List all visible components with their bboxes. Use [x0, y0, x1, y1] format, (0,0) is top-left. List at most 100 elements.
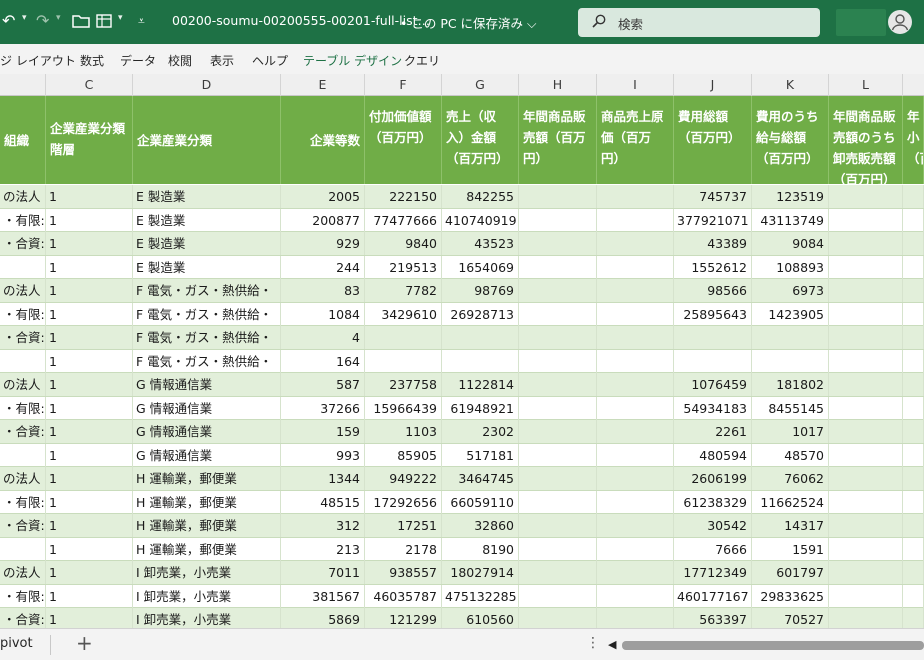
table-cell[interactable]: [0, 443, 46, 467]
table-cell[interactable]: 377921071: [674, 208, 752, 232]
table-cell[interactable]: 381567: [281, 584, 365, 608]
table-cell[interactable]: 17292656: [365, 490, 442, 514]
table-cell[interactable]: [829, 349, 903, 373]
table-cell[interactable]: の法人: [0, 467, 46, 490]
table-cell[interactable]: 213: [281, 537, 365, 561]
table-cell[interactable]: [597, 279, 674, 302]
table-cell[interactable]: 181802: [752, 373, 829, 396]
table-cell[interactable]: 48515: [281, 490, 365, 514]
table-cell[interactable]: 1: [46, 561, 133, 584]
table-cell[interactable]: I 卸売業，小売業: [133, 561, 281, 584]
table-cell[interactable]: [829, 255, 903, 279]
table-cell[interactable]: 164: [281, 349, 365, 373]
table-cell[interactable]: 29833625: [752, 584, 829, 608]
table-cell[interactable]: [519, 185, 597, 208]
add-sheet-button[interactable]: +: [76, 631, 93, 655]
table-cell[interactable]: 244: [281, 255, 365, 279]
table-cell[interactable]: [597, 208, 674, 232]
header-cell[interactable]: 商品売上原価（百万円）: [597, 96, 674, 184]
table-cell[interactable]: [903, 443, 924, 467]
table-cell[interactable]: 3464745: [442, 467, 519, 490]
table-cell[interactable]: [519, 420, 597, 443]
header-cell[interactable]: 企業等数: [281, 96, 365, 184]
ribbon-tab[interactable]: 校閲: [168, 52, 192, 69]
table-cell[interactable]: [903, 255, 924, 279]
table-cell[interactable]: [829, 185, 903, 208]
table-cell[interactable]: 949222: [365, 467, 442, 490]
avatar[interactable]: [888, 10, 912, 34]
table-cell[interactable]: [829, 420, 903, 443]
table-cell[interactable]: 17251: [365, 514, 442, 537]
table-cell[interactable]: 48570: [752, 443, 829, 467]
table-cell[interactable]: 43523: [442, 232, 519, 255]
search-box[interactable]: 検索: [578, 8, 820, 37]
table-cell[interactable]: 37266: [281, 396, 365, 420]
table-cell[interactable]: 123519: [752, 185, 829, 208]
table-cell[interactable]: [829, 326, 903, 349]
table-cell[interactable]: 993: [281, 443, 365, 467]
table-cell[interactable]: [365, 326, 442, 349]
table-cell[interactable]: 219513: [365, 255, 442, 279]
table-cell[interactable]: [519, 561, 597, 584]
table-cell[interactable]: [519, 232, 597, 255]
header-cell[interactable]: 付加価値額（百万円）: [365, 96, 442, 184]
table-cell[interactable]: [829, 373, 903, 396]
table-cell[interactable]: 1: [46, 185, 133, 208]
table-cell[interactable]: の法人: [0, 561, 46, 584]
table-cell[interactable]: [597, 185, 674, 208]
table-cell[interactable]: 61948921: [442, 396, 519, 420]
table-cell[interactable]: 85905: [365, 443, 442, 467]
table-cell[interactable]: [519, 396, 597, 420]
table-cell[interactable]: [903, 302, 924, 326]
table-cell[interactable]: E 製造業: [133, 185, 281, 208]
table-cell[interactable]: 76062: [752, 467, 829, 490]
table-cell[interactable]: 460177167: [674, 584, 752, 608]
table-cell[interactable]: 480594: [674, 443, 752, 467]
header-cell[interactable]: 企業産業分類階層: [46, 96, 133, 184]
header-cell[interactable]: 費用総額（百万円）: [674, 96, 752, 184]
table-cell[interactable]: [519, 208, 597, 232]
table-cell[interactable]: [597, 396, 674, 420]
table-cell[interactable]: 9084: [752, 232, 829, 255]
table-cell[interactable]: [829, 467, 903, 490]
table-cell[interactable]: E 製造業: [133, 208, 281, 232]
table-cell[interactable]: F 電気・ガス・熱供給・: [133, 349, 281, 373]
table-cell[interactable]: 2302: [442, 420, 519, 443]
table-cell[interactable]: [519, 255, 597, 279]
table-cell[interactable]: 1122814: [442, 373, 519, 396]
table-cell[interactable]: 25895643: [674, 302, 752, 326]
table-cell[interactable]: 1: [46, 373, 133, 396]
header-cell[interactable]: 売上（収入）金額（百万円）: [442, 96, 519, 184]
table-cell[interactable]: 1084: [281, 302, 365, 326]
table-cell[interactable]: [597, 255, 674, 279]
table-cell[interactable]: [597, 302, 674, 326]
column-header-l[interactable]: L: [829, 74, 903, 96]
open-folder-icon[interactable]: [72, 10, 90, 35]
column-header-h[interactable]: H: [519, 74, 597, 96]
table-cell[interactable]: 6973: [752, 279, 829, 302]
column-header-d[interactable]: D: [133, 74, 281, 96]
column-header-e[interactable]: E: [281, 74, 365, 96]
table-cell[interactable]: 1552612: [674, 255, 752, 279]
table-cell[interactable]: [597, 373, 674, 396]
table-cell[interactable]: 2178: [365, 537, 442, 561]
table-cell[interactable]: 43389: [674, 232, 752, 255]
table-cell[interactable]: [519, 584, 597, 608]
table-cell[interactable]: 929: [281, 232, 365, 255]
table-cell[interactable]: G 情報通信業: [133, 396, 281, 420]
header-cell[interactable]: 年間商品販売額のうち卸売販売額（百万円）: [829, 96, 903, 184]
table-cell[interactable]: [597, 232, 674, 255]
table-cell[interactable]: [442, 326, 519, 349]
table-cell[interactable]: 587: [281, 373, 365, 396]
header-cell[interactable]: 組織: [0, 96, 46, 184]
redo-dropdown-icon[interactable]: ▾: [56, 13, 61, 23]
table-cell[interactable]: [597, 443, 674, 467]
table-cell[interactable]: 66059110: [442, 490, 519, 514]
table-cell[interactable]: ・合資:: [0, 514, 46, 537]
table-cell[interactable]: 11662524: [752, 490, 829, 514]
table-cell[interactable]: 98566: [674, 279, 752, 302]
table-cell[interactable]: F 電気・ガス・熱供給・: [133, 302, 281, 326]
table-cell[interactable]: [519, 349, 597, 373]
table-cell[interactable]: ・有限:: [0, 490, 46, 514]
table-cell[interactable]: [829, 561, 903, 584]
